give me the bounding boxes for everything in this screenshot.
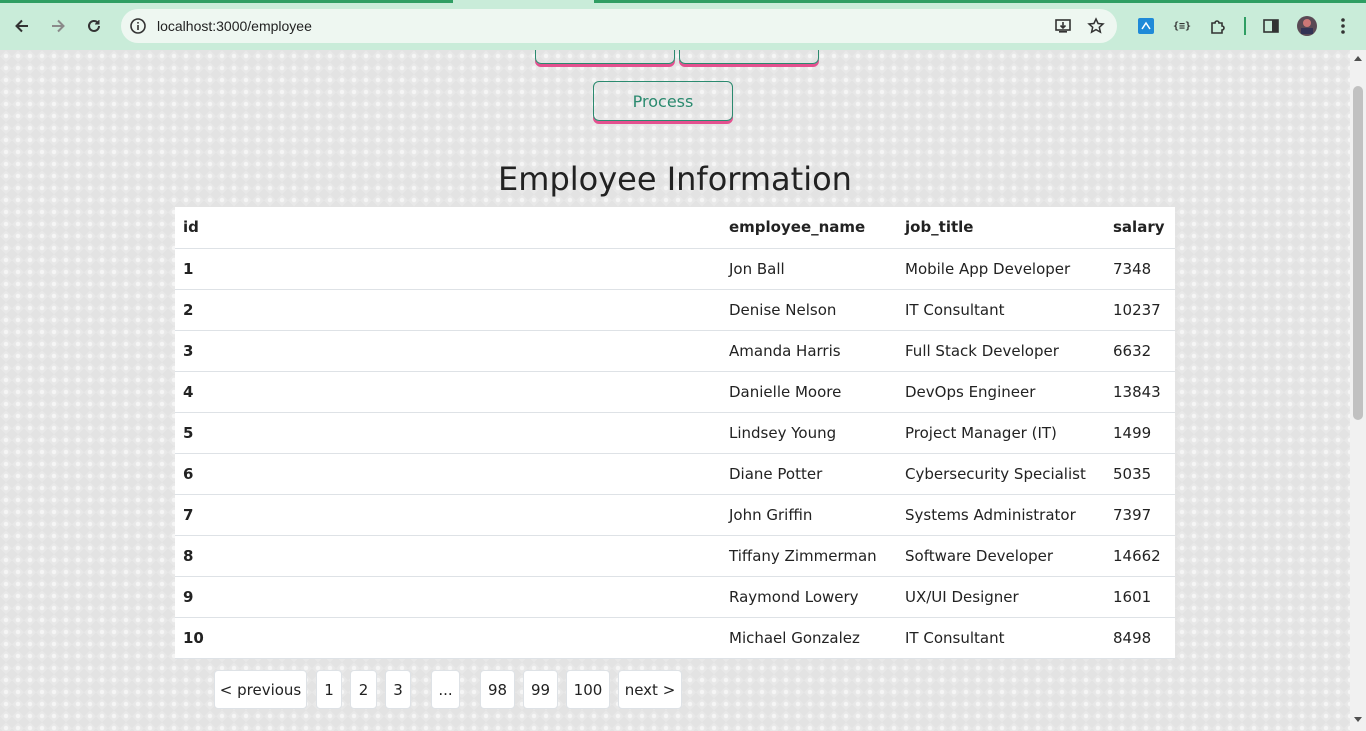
cell-salary: 7348: [1105, 248, 1175, 290]
cell-salary: 6632: [1105, 330, 1175, 372]
extension-json-icon[interactable]: {≡}: [1170, 14, 1194, 38]
cell-job-title: Mobile App Developer: [897, 248, 1105, 290]
browser-toolbar: localhost:3000/employee {≡}: [0, 0, 1366, 50]
cell-job-title: Cybersecurity Specialist: [897, 453, 1105, 495]
header-salary[interactable]: salary: [1105, 207, 1175, 249]
pagination-page-2[interactable]: 2: [350, 670, 377, 709]
table-row[interactable]: 5 Lindsey Young Project Manager (IT) 1499: [175, 412, 1175, 454]
extension-blue-icon[interactable]: [1134, 14, 1158, 38]
table-row[interactable]: 10 Michael Gonzalez IT Consultant 8498: [175, 617, 1175, 659]
employee-table: id employee_name job_title salary 1 Jon B…: [175, 207, 1175, 659]
table-row[interactable]: 9 Raymond Lowery UX/UI Designer 1601: [175, 576, 1175, 618]
cell-salary: 10237: [1105, 289, 1175, 331]
scroll-up-arrow-icon[interactable]: [1354, 56, 1362, 61]
cell-id: 3: [175, 330, 721, 372]
cell-job-title: Project Manager (IT): [897, 412, 1105, 454]
cell-id: 2: [175, 289, 721, 331]
cell-salary: 8498: [1105, 617, 1175, 659]
pagination-page-99[interactable]: 99: [523, 670, 558, 709]
cell-job-title: Full Stack Developer: [897, 330, 1105, 372]
table-row[interactable]: 8 Tiffany Zimmerman Software Developer 1466…: [175, 535, 1175, 577]
process-button[interactable]: Process: [593, 81, 733, 121]
cell-id: 9: [175, 576, 721, 618]
reload-icon: [88, 19, 100, 32]
cell-id: 6: [175, 453, 721, 495]
address-bar[interactable]: localhost:3000/employee: [121, 9, 1117, 43]
pagination-page-100[interactable]: 100: [566, 670, 610, 709]
arrow-right-icon: [52, 19, 65, 33]
install-app-icon[interactable]: [1054, 17, 1072, 35]
menu-kebab-icon[interactable]: [1331, 14, 1355, 38]
site-info-icon[interactable]: [129, 17, 147, 35]
cell-id: 4: [175, 371, 721, 413]
table-row[interactable]: 1 Jon Ball Mobile App Developer 7348: [175, 248, 1175, 290]
toolbar-divider: [1244, 17, 1246, 35]
cell-job-title: DevOps Engineer: [897, 371, 1105, 413]
bookmark-star-icon[interactable]: [1087, 17, 1105, 35]
cell-employee-name: Diane Potter: [721, 453, 897, 495]
table-header-row: id employee_name job_title salary: [175, 207, 1175, 249]
cell-job-title: Systems Administrator: [897, 494, 1105, 536]
cell-id: 10: [175, 617, 721, 659]
table-row[interactable]: 2 Denise Nelson IT Consultant 10237: [175, 289, 1175, 331]
cell-job-title: Software Developer: [897, 535, 1105, 577]
top-button-right[interactable]: [679, 50, 819, 64]
cell-employee-name: Amanda Harris: [721, 330, 897, 372]
cell-employee-name: Raymond Lowery: [721, 576, 897, 618]
pagination-next-button[interactable]: next >: [618, 670, 682, 709]
profile-avatar[interactable]: [1295, 14, 1319, 38]
reload-button[interactable]: [82, 14, 106, 38]
address-url: localhost:3000/employee: [157, 18, 312, 34]
cell-employee-name: Denise Nelson: [721, 289, 897, 331]
pagination-page-3[interactable]: 3: [385, 670, 411, 709]
cell-id: 5: [175, 412, 721, 454]
tab-strip-edge: [594, 0, 1366, 3]
pagination-page-98[interactable]: 98: [480, 670, 515, 709]
cell-salary: 13843: [1105, 371, 1175, 413]
pagination-ellipsis[interactable]: ...: [431, 670, 460, 709]
cell-employee-name: Jon Ball: [721, 248, 897, 290]
header-employee-name[interactable]: employee_name: [721, 207, 897, 249]
table-row[interactable]: 6 Diane Potter Cybersecurity Specialist 503…: [175, 453, 1175, 495]
side-panel-icon[interactable]: [1259, 14, 1283, 38]
cell-salary: 14662: [1105, 535, 1175, 577]
page-title: Employee Information: [498, 160, 852, 198]
pagination-page-1[interactable]: 1: [316, 670, 342, 709]
back-button[interactable]: [10, 14, 34, 38]
cell-employee-name: Danielle Moore: [721, 371, 897, 413]
cell-job-title: IT Consultant: [897, 617, 1105, 659]
tab-strip-edge: [0, 0, 453, 3]
cell-employee-name: Lindsey Young: [721, 412, 897, 454]
arrow-left-icon: [15, 19, 28, 33]
cell-salary: 1499: [1105, 412, 1175, 454]
page-scrollbar[interactable]: [1350, 50, 1366, 731]
extensions-puzzle-icon[interactable]: [1206, 14, 1230, 38]
scroll-down-arrow-icon[interactable]: [1354, 717, 1362, 722]
header-id[interactable]: id: [175, 207, 721, 249]
cell-id: 7: [175, 494, 721, 536]
cell-employee-name: Tiffany Zimmerman: [721, 535, 897, 577]
forward-button[interactable]: [46, 14, 70, 38]
cell-salary: 1601: [1105, 576, 1175, 618]
cell-job-title: IT Consultant: [897, 289, 1105, 331]
pagination-previous-button[interactable]: < previous: [214, 670, 307, 709]
cell-salary: 7397: [1105, 494, 1175, 536]
header-job-title[interactable]: job_title: [897, 207, 1105, 249]
page-content: Process Employee Information id employee…: [0, 50, 1350, 731]
cell-id: 8: [175, 535, 721, 577]
cell-salary: 5035: [1105, 453, 1175, 495]
table-row[interactable]: 4 Danielle Moore DevOps Engineer 13843: [175, 371, 1175, 413]
cell-employee-name: John Griffin: [721, 494, 897, 536]
cell-id: 1: [175, 248, 721, 290]
cell-employee-name: Michael Gonzalez: [721, 617, 897, 659]
table-row[interactable]: 3 Amanda Harris Full Stack Developer 6632: [175, 330, 1175, 372]
cell-job-title: UX/UI Designer: [897, 576, 1105, 618]
top-button-left[interactable]: [535, 50, 675, 64]
scrollbar-thumb[interactable]: [1353, 86, 1363, 420]
table-row[interactable]: 7 John Griffin Systems Administrator 7397: [175, 494, 1175, 536]
